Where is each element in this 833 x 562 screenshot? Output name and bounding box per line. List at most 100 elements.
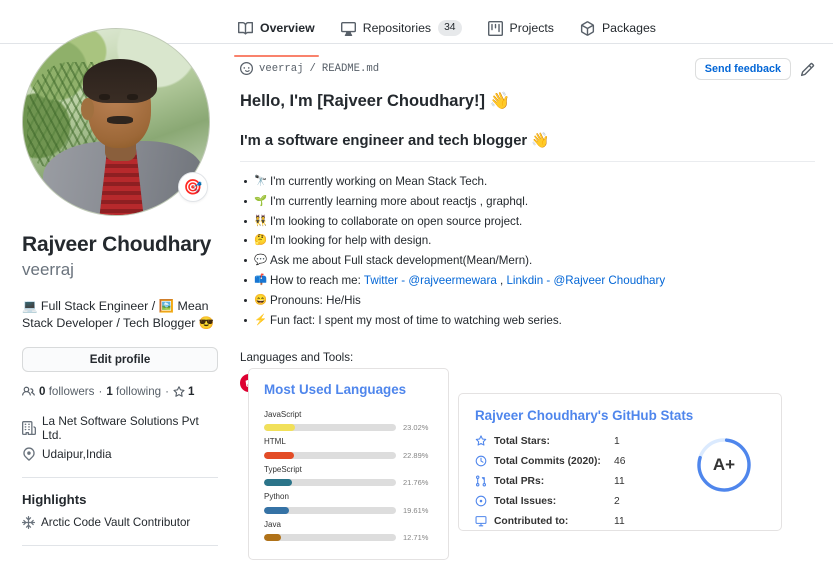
tab-active-underline: [234, 55, 319, 57]
stat-row: Contributed to: 11: [475, 515, 765, 527]
location-icon: [22, 447, 36, 462]
telescope-icon: 🔭: [254, 174, 268, 187]
breadcrumb-file: README.md: [321, 62, 380, 75]
language-bar-wrap: 22.89%: [264, 451, 433, 460]
stat-label: Total Commits (2020):: [494, 455, 601, 467]
language-row: HTML 22.89%: [264, 437, 433, 460]
project-icon: [487, 20, 503, 36]
language-track: [264, 479, 396, 487]
rank-letter: A+: [712, 455, 736, 474]
dot-separator-2: ·: [165, 385, 169, 399]
tab-projects[interactable]: Projects: [487, 14, 554, 42]
stat-label: Total PRs:: [494, 475, 545, 487]
company-row[interactable]: La Net Software Solutions Pvt Ltd.: [22, 414, 218, 442]
repo-icon: [340, 21, 356, 36]
most-used-languages-card: Most Used Languages JavaScript 23.02% HT…: [248, 368, 449, 560]
github-stats-title: Rajveer Choudhary's GitHub Stats: [475, 408, 694, 423]
following-count: 1: [106, 385, 113, 399]
sidebar-divider-2: [22, 545, 218, 547]
list-item: 💬 Ask me about Full stack development(Me…: [240, 251, 815, 271]
avatar-wrapper: 🎯: [22, 28, 210, 216]
bullet-text: Pronouns: He/His: [270, 294, 361, 308]
language-bars: JavaScript 23.02% HTML 22.89% TypeScript…: [264, 410, 433, 542]
dot-separator-1: ·: [98, 385, 103, 399]
bullet-text: I'm looking for help with design.: [270, 234, 432, 248]
stat-value: 11: [614, 515, 625, 527]
highlight-arctic-code-vault[interactable]: Arctic Code Vault Contributor: [22, 516, 218, 530]
bullet-text: I'm currently working on Mean Stack Tech…: [270, 174, 488, 188]
following-link[interactable]: 1 following: [106, 385, 161, 398]
readme-heading-2: I'm a software engineer and tech blogger…: [240, 132, 815, 162]
github-stats-card: Rajveer Choudhary's GitHub Stats Total S…: [458, 393, 782, 531]
bullet-text: Ask me about Full stack development(Mean…: [270, 254, 533, 268]
language-bar-wrap: 21.76%: [264, 478, 433, 487]
repo-icon: [475, 515, 494, 527]
issue-icon: [475, 495, 494, 507]
thinking-icon: 🤔: [254, 234, 268, 247]
edit-profile-button[interactable]: Edit profile: [22, 347, 218, 373]
pencil-icon[interactable]: [800, 62, 815, 77]
zap-icon: ⚡: [254, 314, 268, 327]
avatar-hair: [82, 58, 157, 104]
github-profile-page: Overview Repositories 34 Projects Packag…: [0, 0, 833, 562]
bullet-text: Fun fact: I spent my most of time to wat…: [270, 314, 562, 328]
followers-link[interactable]: 0 followers: [39, 385, 94, 398]
tab-repositories-label: Repositories: [362, 21, 432, 35]
following-label: following: [116, 385, 162, 399]
language-track: [264, 534, 396, 542]
list-item: 🤔 I'm looking for help with design.: [240, 231, 815, 251]
linkedin-link[interactable]: Linkdin - @Rajveer Choudhary: [506, 274, 665, 287]
clock-icon: [475, 455, 494, 467]
list-item: 👯 I'm looking to collaborate on open sou…: [240, 212, 815, 232]
seedling-icon: 🌱: [254, 194, 268, 207]
send-feedback-button[interactable]: Send feedback: [694, 58, 791, 80]
readme-bullet-list: 🔭 I'm currently working on Mean Stack Te…: [240, 172, 815, 332]
languages-tools-label: Languages and Tools:: [240, 351, 354, 365]
location-row: Udaipur,India: [22, 447, 218, 461]
profile-sidebar: 🎯 Rajveer Choudhary veerraj 💻 Full Stack…: [22, 0, 218, 562]
language-label: TypeScript: [264, 464, 302, 474]
nav-items: Overview Repositories 34 Projects Packag…: [234, 14, 656, 57]
status-emoji-badge[interactable]: 🎯: [178, 172, 208, 202]
tab-repositories[interactable]: Repositories 34: [340, 14, 462, 42]
language-fill: [264, 451, 294, 459]
profile-bio: 💻 Full Stack Engineer / 🖼️ Mean Stack De…: [22, 298, 215, 331]
language-bar-wrap: 19.61%: [264, 506, 433, 515]
mailbox-icon: 📫: [254, 274, 268, 287]
list-item: ⚡ Fun fact: I spent my most of time to w…: [240, 311, 815, 331]
language-label: JavaScript: [264, 410, 302, 420]
stat-label: Total Issues:: [494, 495, 557, 507]
highlights-title: Highlights: [22, 492, 87, 508]
language-bar-wrap: 12.71%: [264, 533, 433, 542]
location-name: Udaipur,India: [42, 447, 112, 462]
list-item: 🌱 I'm currently learning more about reac…: [240, 192, 815, 212]
star-icon: [475, 435, 494, 447]
language-percent: 19.61%: [403, 505, 429, 515]
speech-balloon-icon: 💬: [254, 254, 268, 267]
readme-card: veerraj / README.md Send feedback Hello,…: [240, 58, 815, 393]
language-row: JavaScript 23.02%: [264, 410, 433, 432]
stat-value: 1: [614, 435, 620, 447]
book-icon: [238, 21, 253, 36]
tab-packages[interactable]: Packages: [580, 14, 656, 42]
company-name: La Net Software Solutions Pvt Ltd.: [42, 414, 199, 443]
star-icon: [173, 386, 185, 398]
language-fill: [264, 424, 296, 432]
language-fill: [264, 534, 281, 542]
readme-heading-1: Hello, I'm [Rajveer Choudhary!] 👋: [240, 92, 511, 110]
most-used-languages-title: Most Used Languages: [264, 382, 407, 397]
breadcrumb-owner[interactable]: veerraj: [259, 63, 304, 75]
breadcrumb: veerraj / README.md: [240, 62, 379, 75]
profile-stats-row: 0 followers · 1 following · 1: [22, 385, 218, 398]
bullet-text-mid: ,: [496, 274, 507, 288]
language-row: Java 12.71%: [264, 520, 433, 542]
avatar-eye-right: [127, 94, 139, 100]
language-row: TypeScript 21.76%: [264, 465, 433, 487]
dancers-icon: 👯: [254, 214, 268, 227]
twitter-link[interactable]: Twitter - @rajveermewara: [364, 274, 497, 287]
stars-link[interactable]: 1: [173, 385, 194, 398]
tab-overview-label: Overview: [260, 21, 315, 35]
stat-value: 11: [614, 475, 625, 487]
tab-overview[interactable]: Overview: [234, 14, 319, 57]
list-item: 🔭 I'm currently working on Mean Stack Te…: [240, 172, 815, 192]
